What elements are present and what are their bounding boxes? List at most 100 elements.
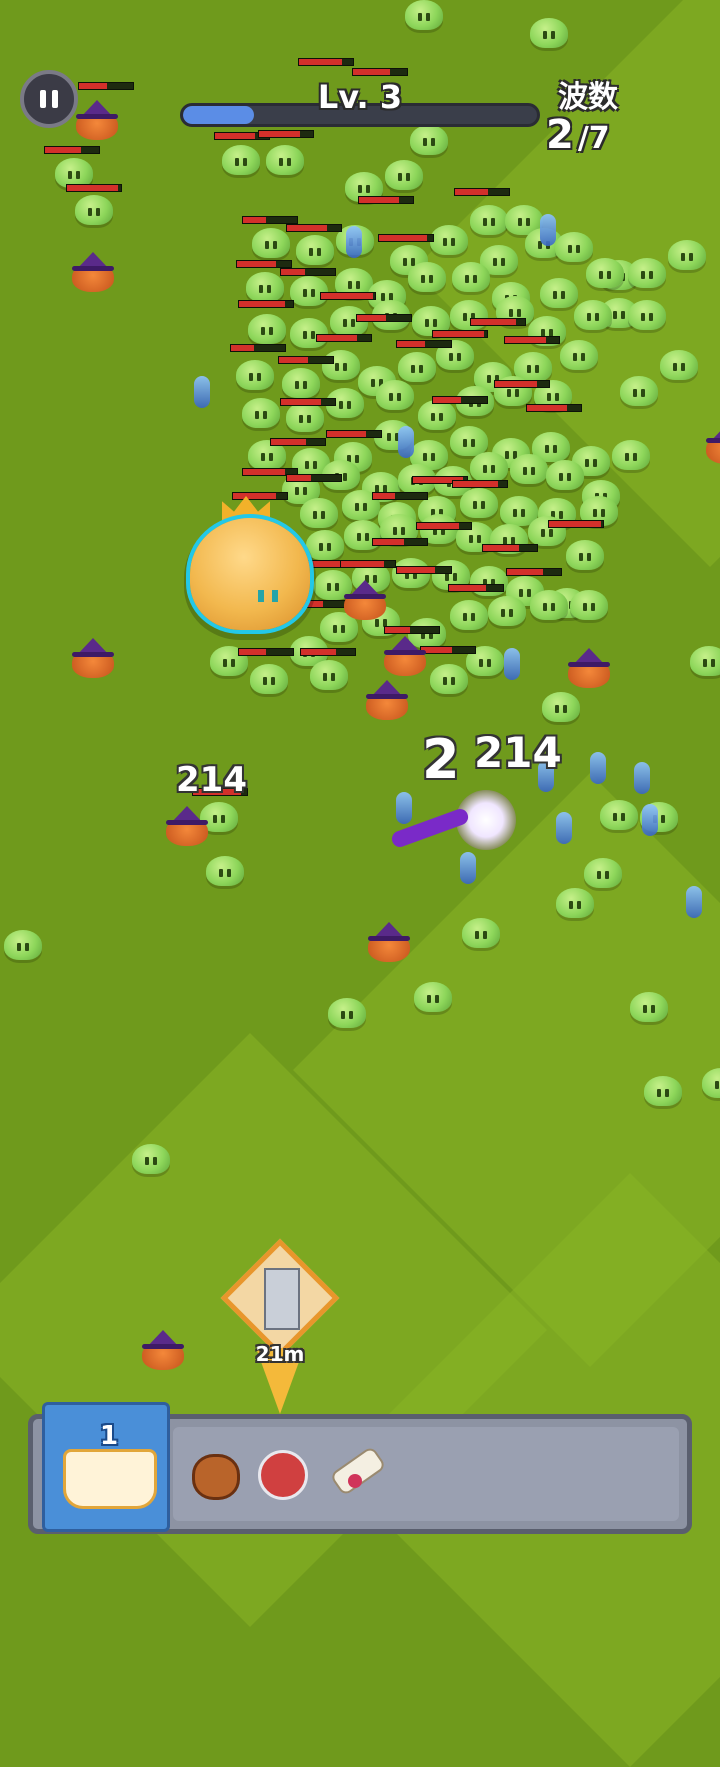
enemy-health-bar — [320, 292, 376, 300]
slime-enemy — [410, 125, 448, 155]
pumpkin-witch-enemy — [568, 648, 610, 688]
enemy-health-bar — [44, 146, 100, 154]
spellbook-slot[interactable]: 1 — [42, 1402, 170, 1532]
experience-gem — [396, 792, 412, 824]
slime-enemy — [252, 228, 290, 258]
pumpkin-witch-enemy — [384, 636, 426, 676]
slime-enemy — [414, 982, 452, 1012]
slime-enemy — [644, 1076, 682, 1106]
wave-label: 波数 — [558, 80, 618, 115]
experience-gem — [194, 376, 210, 408]
enemy-health-bar — [548, 520, 604, 528]
enemy-health-bar — [286, 224, 342, 232]
damage-number: 214 — [474, 728, 562, 777]
slime-enemy — [470, 452, 508, 482]
enemy-health-bar — [236, 260, 292, 268]
slime-enemy — [398, 352, 436, 382]
slime-enemy — [322, 350, 360, 380]
marker-distance: 21m — [255, 1342, 305, 1366]
scroll-icon — [329, 1445, 387, 1497]
enemy-health-bar — [420, 646, 476, 654]
enemy-health-bar — [232, 492, 288, 500]
enemy-health-bar — [358, 196, 414, 204]
experience-gem — [398, 426, 414, 458]
enemy-health-bar — [432, 330, 488, 338]
enemy-health-bar — [238, 300, 294, 308]
enemy-health-bar — [372, 538, 428, 546]
wave-counter: 2/7 — [546, 112, 610, 158]
damage-number: 2 — [422, 728, 460, 791]
slime-enemy — [376, 380, 414, 410]
enemy-health-bar — [526, 404, 582, 412]
enemy-health-bar — [504, 336, 560, 344]
slime-enemy — [660, 350, 698, 380]
scroll-seal — [348, 1474, 362, 1488]
wave-total: /7 — [577, 121, 610, 156]
enemy-health-bar — [352, 68, 408, 76]
boss-eye — [258, 590, 264, 602]
spellbook-count: 1 — [99, 1421, 119, 1451]
enemy-health-bar — [298, 58, 354, 66]
pumpkin-witch-enemy — [142, 1330, 184, 1370]
enemy-health-bar — [316, 334, 372, 342]
damage-number: 214 — [176, 760, 247, 800]
enemy-health-bar — [258, 130, 314, 138]
objective-marker: 21m — [220, 1238, 340, 1420]
coin-bag-item[interactable] — [188, 1444, 244, 1504]
slime-enemy — [248, 314, 286, 344]
slime-enemy — [620, 376, 658, 406]
slime-enemy — [310, 660, 348, 690]
enemy-health-bar — [356, 314, 412, 322]
slime-enemy — [405, 0, 443, 30]
slime-enemy — [690, 646, 720, 676]
slime-enemy — [555, 232, 593, 262]
slime-enemy — [612, 440, 650, 470]
slime-enemy — [300, 498, 338, 528]
slime-enemy — [510, 454, 548, 484]
spellbook-icon — [63, 1449, 157, 1509]
enemy-health-bar — [448, 584, 504, 592]
enemy-health-bar — [278, 356, 334, 364]
slime-enemy — [328, 998, 366, 1028]
slime-enemy — [306, 530, 344, 560]
slime-enemy — [574, 300, 612, 330]
tower-icon — [264, 1268, 300, 1330]
scroll-item[interactable] — [326, 1444, 387, 1504]
pumpkin-witch-enemy — [344, 580, 386, 620]
inventory-panel — [173, 1427, 679, 1521]
slime-enemy — [418, 400, 456, 430]
slime-enemy — [290, 318, 328, 348]
slime-enemy — [546, 460, 584, 490]
experience-gem — [556, 812, 572, 844]
experience-gem — [540, 214, 556, 246]
enemy-health-bar — [230, 344, 286, 352]
potion-item[interactable] — [254, 1444, 310, 1504]
slime-enemy — [460, 488, 498, 518]
slime-enemy — [266, 145, 304, 175]
pause-button[interactable] — [20, 70, 78, 128]
slime-enemy — [462, 918, 500, 948]
enemy-health-bar — [280, 268, 336, 276]
slime-enemy — [630, 992, 668, 1022]
slime-enemy — [628, 258, 666, 288]
enemy-health-bar — [416, 522, 472, 530]
slime-enemy — [408, 262, 446, 292]
slime-enemy — [246, 272, 284, 302]
experience-gem — [460, 852, 476, 884]
enemy-health-bar — [372, 492, 428, 500]
slime-enemy — [430, 225, 468, 255]
enemy-health-bar — [270, 438, 326, 446]
slime-enemy — [586, 258, 624, 288]
wave-current: 2 — [546, 112, 574, 158]
experience-gem — [504, 648, 520, 680]
slime-enemy — [530, 18, 568, 48]
pumpkin-witch-enemy — [706, 424, 720, 464]
enemy-health-bar — [506, 568, 562, 576]
slime-enemy — [132, 1144, 170, 1174]
enemy-health-bar — [396, 566, 452, 574]
boss-eye — [272, 590, 278, 602]
slime-enemy — [628, 300, 666, 330]
slime-enemy — [584, 858, 622, 888]
slime-enemy — [430, 664, 468, 694]
enemy-health-bar — [378, 234, 434, 242]
